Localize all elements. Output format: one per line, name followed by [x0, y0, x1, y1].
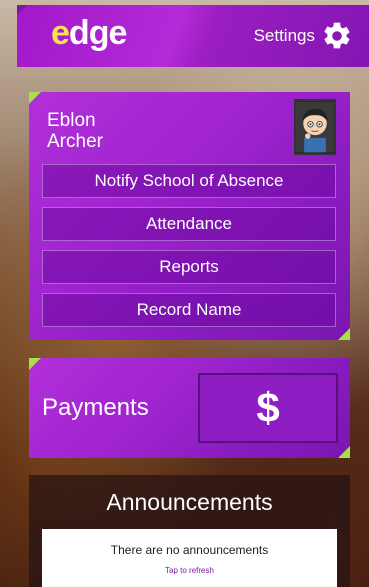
student-first-name: Eblon — [47, 110, 96, 131]
payments-card: Payments $ — [29, 358, 350, 458]
edge-logo: edge — [51, 13, 127, 53]
corner-accent — [29, 92, 41, 104]
logo-rest: dge — [68, 13, 127, 52]
refresh-link[interactable]: Tap to refresh — [42, 566, 337, 575]
app-header: edge Settings — [17, 5, 369, 67]
corner-accent — [338, 328, 350, 340]
avatar[interactable] — [294, 99, 336, 155]
student-last-name: Archer — [47, 131, 103, 152]
logo-first-letter: e — [51, 13, 70, 52]
reports-button[interactable]: Reports — [42, 250, 336, 284]
payments-label: Payments — [42, 394, 149, 421]
attendance-button[interactable]: Attendance — [42, 207, 336, 241]
notify-absence-button[interactable]: Notify School of Absence — [42, 164, 336, 198]
settings-label: Settings — [253, 26, 315, 45]
dollar-icon: $ — [256, 384, 280, 431]
announcements-title: Announcements — [106, 489, 273, 515]
gear-icon — [324, 22, 350, 49]
pay-button[interactable]: $ — [198, 373, 338, 443]
avatar-image — [296, 101, 334, 153]
corner-accent — [29, 358, 41, 370]
settings-button[interactable]: Settings — [254, 20, 353, 52]
announcements-empty-text: There are no announcements — [110, 543, 269, 557]
student-name: Eblon Archer — [47, 110, 103, 152]
corner-accent — [338, 446, 350, 458]
record-name-button[interactable]: Record Name — [42, 293, 336, 327]
student-card: Eblon Archer Notify School of Absence At… — [29, 92, 350, 340]
announcements-card: Announcements There are no announcements… — [29, 475, 350, 587]
announcements-list: There are no announcements Tap to refres… — [42, 529, 337, 587]
